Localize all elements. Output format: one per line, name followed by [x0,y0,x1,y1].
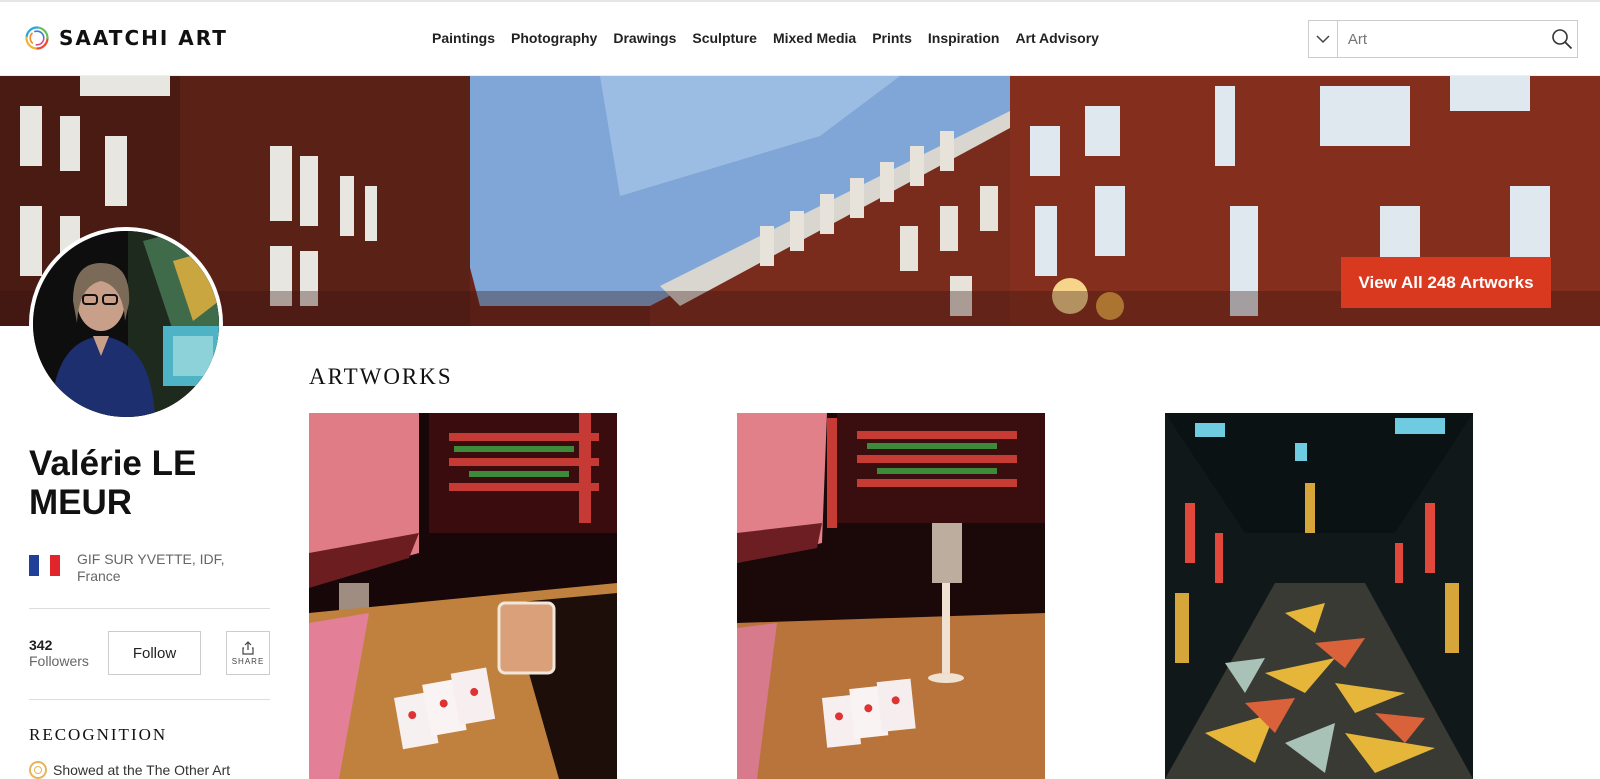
search-input[interactable] [1337,21,1547,57]
search-icon [1552,29,1573,50]
followers-count: 342 Followers [29,637,89,669]
share-button[interactable]: SHARE [226,631,270,675]
saatchi-rings-icon [25,26,49,50]
search-category-dropdown[interactable] [1309,21,1338,57]
award-ring-icon [29,761,47,779]
recognition-text: Showed at the The Other Art [53,762,231,778]
site-header: SAATCHI ART Paintings Photography Drawin… [0,2,1600,76]
artist-location: GIF SUR YVETTE, IDF, France [29,551,247,585]
location-text: GIF SUR YVETTE, IDF, France [77,551,225,584]
search-button[interactable] [1547,21,1577,57]
divider [29,608,270,609]
view-all-artworks-button[interactable]: View All 248 Artworks [1341,257,1551,308]
avatar[interactable] [29,227,223,421]
share-label: SHARE [231,656,265,666]
share-icon [242,640,254,655]
artworks-heading: ARTWORKS [309,364,453,389]
recognition-item: Showed at the The Other Art [29,761,230,779]
nav-paintings[interactable]: Paintings [432,30,495,46]
artwork-card[interactable] [737,413,1045,779]
artwork-card[interactable] [1165,413,1473,779]
main-nav: Paintings Photography Drawings Sculpture… [432,30,1099,46]
nav-prints[interactable]: Prints [872,30,912,46]
chevron-down-icon [1316,34,1330,43]
nav-sculpture[interactable]: Sculpture [692,30,757,46]
nav-art-advisory[interactable]: Art Advisory [1015,30,1099,46]
artwork-card[interactable] [309,413,617,779]
logo[interactable]: SAATCHI ART [24,25,228,51]
artist-name: Valérie LE MEUR [29,444,197,522]
followers-number: 342 [29,637,53,653]
logo-text: SAATCHI ART [59,26,228,50]
divider [29,699,270,700]
recognition-heading: RECOGNITION [29,725,168,744]
nav-mixed-media[interactable]: Mixed Media [773,30,856,46]
follow-button[interactable]: Follow [108,631,201,675]
france-flag-icon [29,555,60,576]
followers-label: Followers [29,653,89,669]
nav-inspiration[interactable]: Inspiration [928,30,1000,46]
search-bar [1308,20,1578,58]
nav-drawings[interactable]: Drawings [613,30,676,46]
nav-photography[interactable]: Photography [511,30,597,46]
